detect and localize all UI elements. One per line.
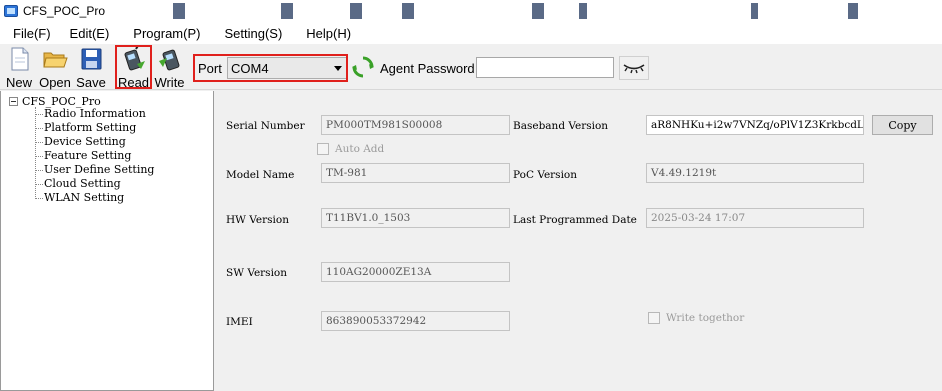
tree-connector xyxy=(36,170,43,171)
save-disk-icon xyxy=(78,47,104,71)
auto-add-label: Auto Add xyxy=(335,143,385,155)
menu-help[interactable]: Help(H) xyxy=(293,26,362,41)
write-together-label: Write togethor xyxy=(666,312,745,324)
read-highlight-box xyxy=(115,45,152,89)
hw-version-field[interactable]: T11BV1.0_1503 xyxy=(321,208,510,228)
tree-connector xyxy=(36,114,43,115)
tree-item-cloud-setting[interactable]: Cloud Setting xyxy=(44,177,121,190)
write-button[interactable]: Write xyxy=(152,46,187,90)
tree-item-platform-setting[interactable]: Platform Setting xyxy=(44,121,136,134)
agent-password-label: Agent Password xyxy=(380,61,475,76)
new-document-icon xyxy=(6,47,32,71)
tree-connector xyxy=(36,128,43,129)
tree-item-user-define-setting[interactable]: User Define Setting xyxy=(44,163,154,176)
refresh-button[interactable] xyxy=(351,55,375,79)
tree-item-feature-setting[interactable]: Feature Setting xyxy=(44,149,131,162)
hidden-eye-icon xyxy=(623,64,645,74)
tree-connector xyxy=(35,107,36,199)
tree-item-wlan-setting[interactable]: WLAN Setting xyxy=(44,191,124,204)
serial-number-field[interactable]: PM000TM981S00008 xyxy=(321,115,510,135)
menu-bar: File(F) Edit(E) Program(P) Setting(S) He… xyxy=(0,22,942,44)
checkbox-icon xyxy=(317,143,329,155)
taskbar-thumbnail xyxy=(173,3,185,19)
open-folder-icon xyxy=(42,47,68,71)
taskbar-thumbnail xyxy=(751,3,758,19)
taskbar-thumbnail xyxy=(281,3,293,19)
write-radio-icon xyxy=(157,47,183,71)
serial-number-label: Serial Number xyxy=(226,120,305,132)
agent-password-input[interactable] xyxy=(476,57,614,78)
open-button[interactable]: Open xyxy=(38,46,72,90)
sw-version-field[interactable]: 110AG20000ZE13A xyxy=(321,262,510,282)
window-title: CFS_POC_Pro xyxy=(23,4,106,18)
last-programmed-date-field[interactable]: 2025-03-24 17:07 xyxy=(646,208,864,228)
taskbar-thumbnail xyxy=(350,3,362,19)
taskbar-thumbnail xyxy=(402,3,414,19)
baseband-version-label: Baseband Version xyxy=(513,120,609,132)
write-together-checkbox[interactable]: Write togethor xyxy=(648,312,744,324)
radio-information-panel xyxy=(215,91,942,391)
refresh-icon xyxy=(352,56,374,78)
title-bar: CFS_POC_Pro xyxy=(0,0,942,22)
hw-version-label: HW Version xyxy=(226,214,289,226)
sw-version-label: SW Version xyxy=(226,267,288,279)
baseband-version-field[interactable]: aR8NHKu+i2w7VNZq/oPlV1Z3KrkbcdLysWn xyxy=(646,115,864,135)
menu-program[interactable]: Program(P) xyxy=(120,26,211,41)
taskbar-thumbnail xyxy=(532,3,544,19)
app-icon xyxy=(3,3,19,19)
imei-label: IMEI xyxy=(226,316,253,328)
model-name-field[interactable]: TM-981 xyxy=(321,163,510,183)
auto-add-checkbox[interactable]: Auto Add xyxy=(317,143,384,155)
poc-version-label: PoC Version xyxy=(513,169,578,181)
open-label: Open xyxy=(39,75,71,90)
copy-button[interactable]: Copy xyxy=(872,115,933,135)
tree-connector xyxy=(36,184,43,185)
new-label: New xyxy=(5,75,32,90)
collapse-icon[interactable] xyxy=(9,97,18,106)
new-button[interactable]: New xyxy=(4,46,34,90)
last-programmed-date-label: Last Programmed Date xyxy=(513,214,637,226)
tree-connector xyxy=(36,142,43,143)
poc-version-field[interactable]: V4.49.1219t xyxy=(646,163,864,183)
imei-field[interactable]: 863890053372942 xyxy=(321,311,510,331)
menu-setting[interactable]: Setting(S) xyxy=(211,26,293,41)
tree-item-radio-information[interactable]: Radio Information xyxy=(44,107,146,120)
model-name-label: Model Name xyxy=(226,169,295,181)
tree-connector xyxy=(36,198,43,199)
save-button[interactable]: Save xyxy=(76,46,106,90)
show-password-button[interactable] xyxy=(619,56,649,80)
tree-connector xyxy=(36,156,43,157)
taskbar-thumbnail xyxy=(579,3,587,19)
write-label: Write xyxy=(154,75,185,90)
save-label: Save xyxy=(76,75,106,90)
menu-edit[interactable]: Edit(E) xyxy=(62,26,121,41)
checkbox-icon xyxy=(648,312,660,324)
tree-item-device-setting[interactable]: Device Setting xyxy=(44,135,126,148)
port-highlight-box xyxy=(193,54,348,82)
menu-file[interactable]: File(F) xyxy=(0,26,62,41)
taskbar-thumbnail xyxy=(848,3,858,19)
